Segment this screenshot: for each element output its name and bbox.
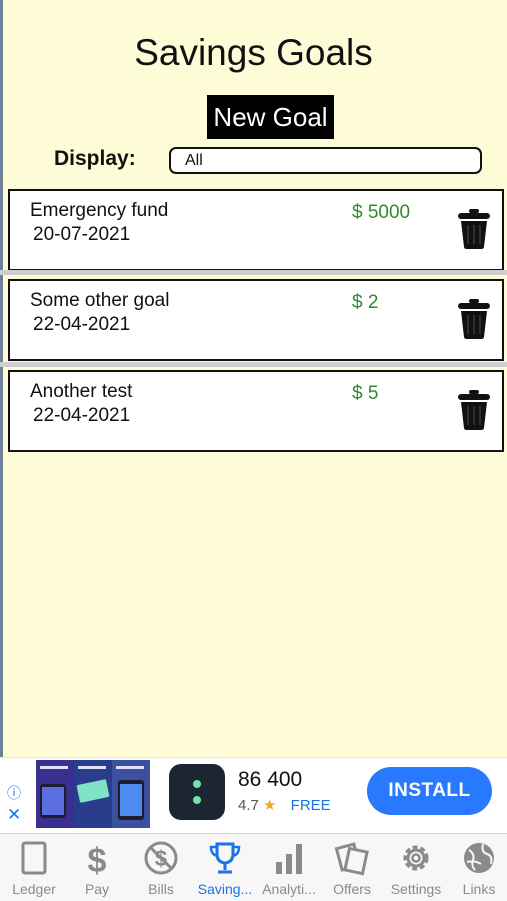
tab-offers[interactable]: Offers bbox=[320, 834, 384, 901]
no-dollar-icon: $ bbox=[144, 841, 178, 875]
page-title: Savings Goals bbox=[134, 32, 373, 73]
goal-name: Emergency fund bbox=[30, 200, 169, 221]
tab-analytics[interactable]: Analyti... bbox=[257, 834, 321, 901]
dollar-icon: $ bbox=[88, 842, 107, 878]
svg-text:$: $ bbox=[88, 842, 107, 878]
goal-card[interactable]: Another test 22-04-2021 $ 5 bbox=[8, 370, 504, 452]
star-icon: ★ bbox=[263, 797, 277, 814]
ad-banner[interactable]: ⓘ ✕ 86 400 4.7 ★ FREE INSTALL bbox=[0, 757, 507, 834]
bar-chart-icon bbox=[276, 844, 302, 874]
goal-amount: $ 5 bbox=[352, 383, 379, 404]
ad-app-icon bbox=[169, 764, 225, 820]
goal-amount: $ 2 bbox=[352, 292, 379, 313]
goal-date: 22-04-2021 bbox=[33, 314, 131, 335]
tab-savings[interactable]: Saving... bbox=[193, 834, 257, 901]
tab-bills[interactable]: $ Bills bbox=[129, 834, 193, 901]
goal-amount: $ 5000 bbox=[352, 202, 411, 223]
gear-icon bbox=[403, 845, 429, 871]
ad-price: FREE bbox=[290, 797, 331, 814]
row-separator bbox=[0, 362, 507, 367]
new-goal-button[interactable]: New Goal bbox=[207, 95, 334, 139]
tab-label: Links bbox=[462, 881, 496, 897]
goal-card[interactable]: Some other goal 22-04-2021 $ 2 bbox=[8, 279, 504, 361]
ad-close-icon[interactable]: ✕ bbox=[7, 805, 21, 825]
tab-pay[interactable]: $ Pay bbox=[65, 834, 129, 901]
goal-name: Some other goal bbox=[30, 290, 170, 311]
goal-name: Another test bbox=[30, 381, 133, 402]
install-button[interactable]: INSTALL bbox=[367, 767, 492, 815]
ad-info-icon[interactable]: ⓘ bbox=[7, 786, 21, 800]
ledger-icon bbox=[21, 841, 47, 875]
tab-links[interactable]: Links bbox=[447, 834, 507, 901]
ad-rating: 4.7 ★ FREE bbox=[238, 796, 331, 814]
tab-settings[interactable]: Settings bbox=[384, 834, 448, 901]
goal-card[interactable]: Emergency fund 20-07-2021 $ 5000 bbox=[8, 189, 504, 271]
ad-image bbox=[36, 760, 150, 828]
trash-icon[interactable] bbox=[457, 299, 491, 339]
row-separator bbox=[0, 270, 507, 275]
trash-icon[interactable] bbox=[457, 390, 491, 430]
tab-ledger[interactable]: Ledger bbox=[2, 834, 66, 901]
ad-rating-value: 4.7 bbox=[238, 797, 259, 814]
globe-icon bbox=[464, 843, 494, 873]
goal-date: 22-04-2021 bbox=[33, 405, 131, 426]
display-filter-label: Display: bbox=[54, 147, 136, 170]
goal-date: 20-07-2021 bbox=[33, 224, 131, 245]
trash-icon[interactable] bbox=[457, 209, 491, 249]
ad-app-name: 86 400 bbox=[238, 768, 303, 791]
trophy-icon bbox=[209, 842, 241, 874]
offers-icon bbox=[334, 842, 369, 876]
tab-bar: Ledger $ Pay $ Bills Saving... Analyti..… bbox=[0, 833, 507, 901]
display-filter-select[interactable]: All bbox=[169, 147, 482, 174]
